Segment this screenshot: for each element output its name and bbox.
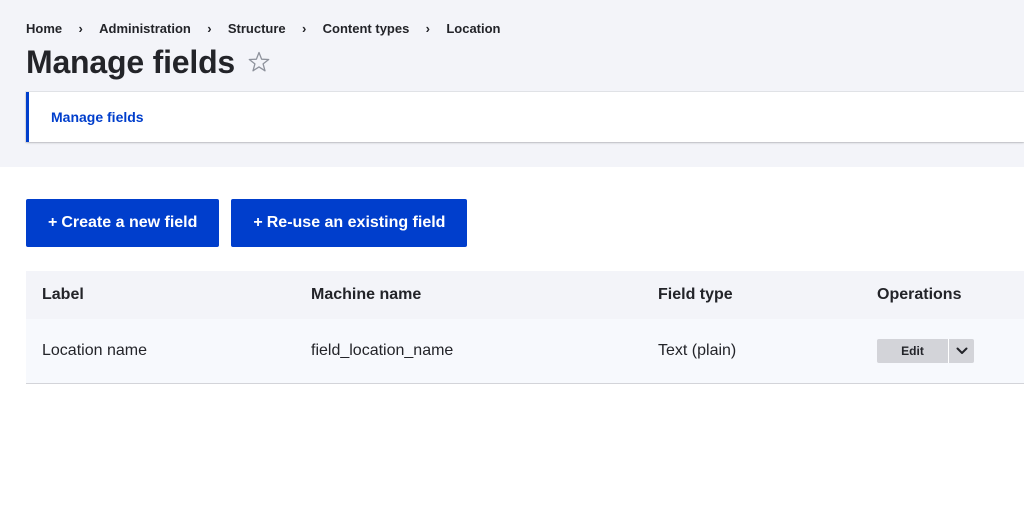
reuse-existing-field-button[interactable]: + Re-use an existing field xyxy=(231,199,468,247)
breadcrumb-structure[interactable]: Structure xyxy=(228,21,286,36)
page-header: Home › Administration › Structure › Cont… xyxy=(0,0,1024,167)
plus-icon: + xyxy=(48,214,58,231)
breadcrumb-home[interactable]: Home xyxy=(26,21,62,36)
star-icon[interactable] xyxy=(247,50,271,74)
create-new-field-button[interactable]: + Create a new field xyxy=(26,199,220,247)
action-links: + Create a new field + Re-use an existin… xyxy=(26,199,468,247)
breadcrumb: Home › Administration › Structure › Cont… xyxy=(26,19,501,37)
cell-operations: Edit xyxy=(861,319,1024,383)
breadcrumb-separator: › xyxy=(301,20,307,36)
breadcrumb-administration[interactable]: Administration xyxy=(99,21,191,36)
table-header: Label Machine name Field type Operations xyxy=(26,271,1024,319)
column-header-label: Label xyxy=(42,286,84,303)
chevron-down-icon[interactable] xyxy=(948,338,974,363)
table-row: Location name field_location_name Text (… xyxy=(26,319,1024,383)
breadcrumb-location[interactable]: Location xyxy=(446,21,500,36)
column-header-operations: Operations xyxy=(877,286,962,303)
table-body: Location name field_location_name Text (… xyxy=(26,319,1024,383)
create-new-field-label: Create a new field xyxy=(61,214,198,231)
plus-icon: + xyxy=(253,214,263,231)
reuse-existing-field-label: Re-use an existing field xyxy=(266,214,446,231)
breadcrumb-separator: › xyxy=(78,20,83,36)
breadcrumb-separator: › xyxy=(207,20,212,36)
page-title: Manage fields xyxy=(26,43,236,80)
breadcrumb-content-types[interactable]: Content types xyxy=(323,21,410,36)
operations-dropbutton: Edit xyxy=(877,338,1008,363)
breadcrumb-separator: › xyxy=(425,20,430,36)
edit-button[interactable]: Edit xyxy=(877,338,948,363)
cell-label: Location name xyxy=(42,341,147,359)
primary-tabs: Manage fields xyxy=(26,92,1024,142)
title-row: Manage fields xyxy=(26,40,271,84)
table-header-row: Label Machine name Field type Operations xyxy=(26,271,1024,319)
cell-field-type: Text (plain) xyxy=(658,341,737,359)
column-header-field-type: Field type xyxy=(658,286,733,303)
fields-table: Label Machine name Field type Operations… xyxy=(26,271,1024,384)
tab-manage-fields[interactable]: Manage fields xyxy=(51,109,144,125)
cell-machine-name: field_location_name xyxy=(311,341,454,359)
column-header-machine-name: Machine name xyxy=(311,286,422,303)
